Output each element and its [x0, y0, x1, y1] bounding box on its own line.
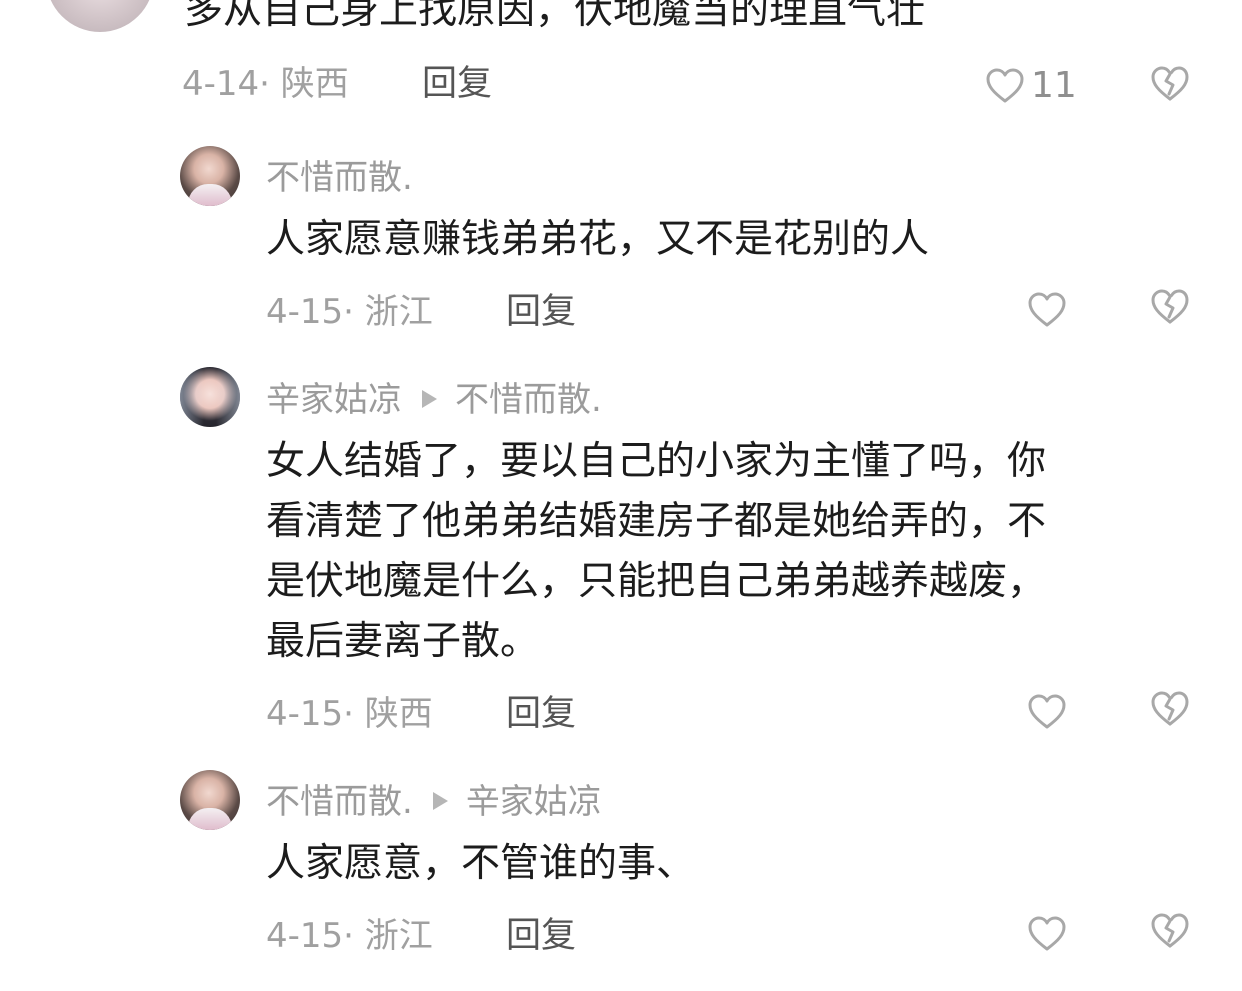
comment-text-line: 是伏地魔是什么，只能把自己弟弟越养越废，: [266, 559, 1047, 604]
comment-text: 多从自己身上找原因，伏地魔当的理直气壮: [184, 0, 926, 33]
like-button[interactable]: 11: [985, 64, 1077, 108]
meta-separator: ·: [259, 64, 281, 104]
avatar[interactable]: [180, 770, 240, 830]
heart-outline-icon: [1028, 916, 1066, 951]
meta-separator: ·: [343, 694, 365, 734]
comment-text: 人家愿意赚钱弟弟花，又不是花别的人: [266, 217, 930, 262]
comment-date: 4-14: [182, 64, 260, 104]
heart-outline-icon: [1028, 292, 1066, 327]
like-button[interactable]: [1027, 690, 1067, 734]
comment-author[interactable]: 不惜而散. 辛家姑凉: [266, 780, 602, 824]
like-count: 11: [1031, 65, 1077, 106]
comment-author[interactable]: 不惜而散.: [266, 156, 413, 200]
comment-date: 4-15: [266, 916, 344, 956]
comment-meta: 4-15· 陕西: [266, 692, 433, 736]
comment-text-line: 女人结婚了，要以自己的小家为主懂了吗，你: [266, 439, 1047, 484]
reply-button[interactable]: 回复: [422, 62, 492, 106]
reply-to-name[interactable]: 不惜而散.: [455, 380, 602, 420]
comment-author[interactable]: 辛家姑凉 不惜而散.: [266, 378, 602, 422]
reply-button[interactable]: 回复: [506, 290, 576, 334]
comment-text-line: 最后妻离子散。: [266, 619, 540, 664]
reply-arrow-icon: [422, 389, 437, 408]
comment-location: 浙江: [364, 292, 433, 332]
meta-separator: ·: [343, 292, 365, 332]
like-button[interactable]: [1027, 912, 1067, 956]
comment-meta: 4-15· 浙江: [266, 290, 433, 334]
comment-location: 陕西: [364, 694, 433, 734]
author-name[interactable]: 不惜而散.: [266, 782, 413, 822]
broken-heart-icon: [1151, 913, 1189, 948]
reply-button[interactable]: 回复: [506, 914, 576, 958]
comment-location: 浙江: [364, 916, 433, 956]
dislike-button[interactable]: [1149, 911, 1193, 955]
reply-arrow-icon: [432, 791, 448, 810]
avatar[interactable]: [180, 367, 240, 427]
like-button[interactable]: [1027, 288, 1067, 332]
dislike-button[interactable]: [1149, 287, 1193, 331]
avatar[interactable]: [180, 146, 240, 206]
reply-to-name[interactable]: 辛家姑凉: [466, 782, 602, 822]
comment-text-line: 看清楚了他弟弟结婚建房子都是她给弄的，不: [266, 499, 1047, 544]
comment-date: 4-15: [266, 292, 344, 332]
broken-heart-icon: [1151, 691, 1189, 726]
comment-location: 陕西: [280, 64, 349, 104]
comment-date: 4-15: [266, 694, 344, 734]
comment-text: 女人结婚了，要以自己的小家为主懂了吗，你 看清楚了他弟弟结婚建房子都是她给弄的，…: [266, 432, 1046, 672]
comment-meta: 4-15· 浙江: [266, 914, 433, 958]
broken-heart-icon: [1151, 289, 1189, 324]
broken-heart-icon: [1151, 66, 1189, 101]
avatar[interactable]: [46, 0, 154, 32]
comment-meta: 4-14· 陕西: [182, 62, 349, 106]
dislike-button[interactable]: [1149, 689, 1193, 733]
author-name[interactable]: 不惜而散.: [266, 158, 413, 198]
heart-outline-icon: [986, 68, 1024, 103]
meta-separator: ·: [343, 916, 365, 956]
reply-button[interactable]: 回复: [506, 692, 576, 736]
heart-outline-icon: [1028, 694, 1066, 729]
author-name[interactable]: 辛家姑凉: [266, 380, 402, 420]
comment-text: 人家愿意，不管谁的事、: [266, 841, 696, 886]
dislike-button[interactable]: [1149, 64, 1193, 108]
